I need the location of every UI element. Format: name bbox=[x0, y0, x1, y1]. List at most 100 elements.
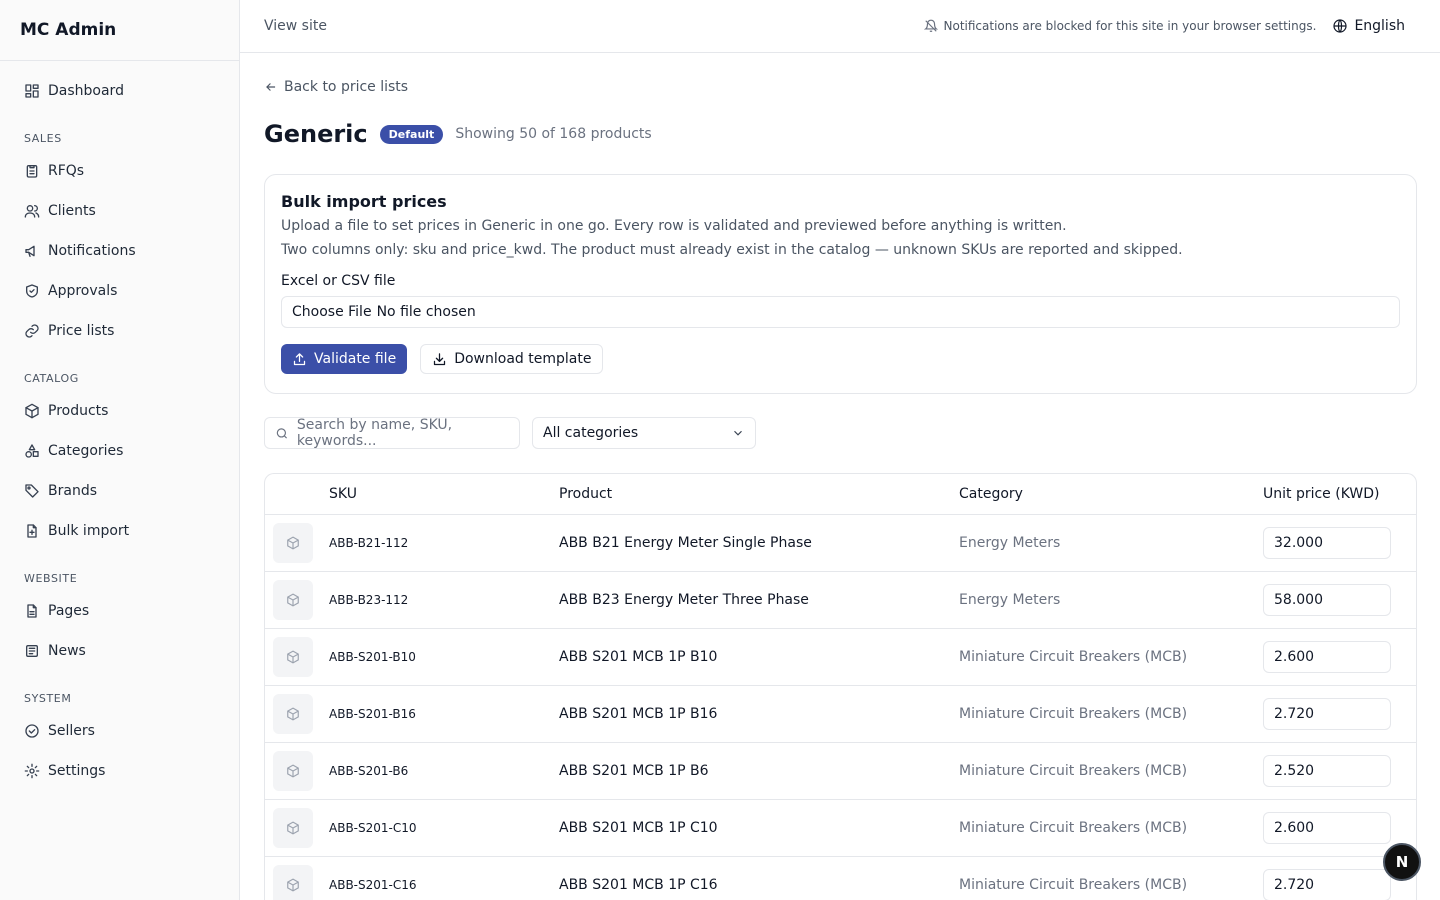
import-actions: Validate file Download template bbox=[281, 344, 1400, 374]
cell-product: ABB S201 MCB 1P B16 bbox=[559, 706, 718, 722]
filters-bar: Search by name, SKU, keywords... All cat… bbox=[264, 417, 1417, 449]
sidebar-item-label: RFQs bbox=[48, 163, 85, 179]
download-template-button[interactable]: Download template bbox=[420, 344, 604, 374]
unit-price-input[interactable]: 32.000 bbox=[1263, 527, 1391, 559]
sidebar-item-notifications[interactable]: Notifications bbox=[0, 231, 239, 271]
topbar: View site Notifications are blocked for … bbox=[240, 0, 1440, 53]
package-icon bbox=[287, 536, 299, 550]
next-dev-indicator-button[interactable]: N bbox=[1383, 843, 1421, 881]
clipboard-icon bbox=[24, 163, 40, 179]
sidebar-item-label: Products bbox=[48, 403, 109, 419]
unit-price-input[interactable]: 58.000 bbox=[1263, 584, 1391, 616]
validate-file-label: Validate file bbox=[314, 351, 397, 367]
package-icon bbox=[287, 821, 299, 835]
sidebar-item-clients[interactable]: Clients bbox=[0, 191, 239, 231]
card-description-columns: Two columns only: sku and price_kwd. The… bbox=[281, 242, 1183, 258]
view-site-link[interactable]: View site bbox=[264, 18, 327, 34]
sidebar-item-label: Notifications bbox=[48, 243, 136, 259]
table-row: ABB-S201-B16 ABB S201 MCB 1P B16 Miniature… bbox=[265, 686, 1416, 743]
shapes-icon bbox=[24, 443, 40, 459]
link-icon bbox=[24, 323, 40, 339]
sidebar-item-news[interactable]: News bbox=[0, 631, 239, 671]
table-row: ABB-B23-112 ABB B23 Energy Meter Three Ph… bbox=[265, 572, 1416, 629]
cell-product: ABB S201 MCB 1P B10 bbox=[559, 649, 718, 665]
unit-price-input[interactable]: 2.520 bbox=[1263, 755, 1391, 787]
megaphone-icon bbox=[24, 243, 40, 259]
sidebar-item-label: Settings bbox=[48, 763, 106, 779]
unit-price-input[interactable]: 2.600 bbox=[1263, 812, 1391, 844]
search-input[interactable]: Search by name, SKU, keywords... bbox=[264, 417, 520, 449]
cell-category: Energy Meters bbox=[959, 535, 1061, 551]
badge-check-icon bbox=[24, 723, 40, 739]
sidebar-item-label: Sellers bbox=[48, 723, 95, 739]
unit-price-input[interactable]: 2.600 bbox=[1263, 641, 1391, 673]
notification-blocked-notice: Notifications are blocked for this site … bbox=[923, 19, 1317, 33]
choose-file-button[interactable]: Choose File bbox=[292, 304, 372, 320]
search-icon bbox=[276, 427, 288, 439]
notice-text: Notifications are blocked for this site … bbox=[943, 19, 1317, 33]
sidebar: MC Admin Dashboard SALES RFQs Clients No… bbox=[0, 0, 240, 900]
shield-check-icon bbox=[24, 283, 40, 299]
cell-sku: ABB-S201-B10 bbox=[329, 650, 416, 664]
sidebar-item-brands[interactable]: Brands bbox=[0, 471, 239, 511]
sidebar-item-rfqs[interactable]: RFQs bbox=[0, 151, 239, 191]
language-switcher[interactable]: English bbox=[1332, 18, 1405, 34]
dashboard-icon bbox=[24, 83, 40, 99]
sidebar-item-categories[interactable]: Categories bbox=[0, 431, 239, 471]
sidebar-item-price-lists[interactable]: Price lists bbox=[0, 311, 239, 351]
sidebar-item-label: Bulk import bbox=[48, 523, 130, 539]
validate-file-button[interactable]: Validate file bbox=[281, 344, 408, 374]
package-icon bbox=[24, 403, 40, 419]
category-select[interactable]: All categories bbox=[532, 417, 756, 449]
sidebar-item-dashboard[interactable]: Dashboard bbox=[0, 71, 239, 111]
gear-icon bbox=[24, 763, 40, 779]
section-catalog: CATALOG bbox=[24, 372, 79, 385]
cell-product: ABB B21 Energy Meter Single Phase bbox=[559, 535, 812, 551]
table-header: SKU Product Category Unit price (KWD) bbox=[265, 474, 1416, 515]
file-input[interactable]: Choose File No file chosen bbox=[281, 296, 1400, 328]
back-link[interactable]: Back to price lists bbox=[264, 78, 1417, 96]
newspaper-icon bbox=[24, 643, 40, 659]
section-system: SYSTEM bbox=[24, 692, 72, 705]
card-title: Bulk import prices bbox=[281, 192, 447, 211]
sidebar-item-approvals[interactable]: Approvals bbox=[0, 271, 239, 311]
file-plus-icon bbox=[24, 523, 40, 539]
category-select-value: All categories bbox=[543, 425, 639, 441]
download-template-label: Download template bbox=[454, 351, 592, 367]
cell-product: ABB S201 MCB 1P C16 bbox=[559, 877, 718, 893]
sidebar-item-label: Dashboard bbox=[48, 83, 124, 99]
product-thumbnail bbox=[273, 751, 313, 791]
cell-sku: ABB-S201-C10 bbox=[329, 821, 417, 835]
package-icon bbox=[287, 878, 299, 892]
cell-sku: ABB-S201-B16 bbox=[329, 707, 416, 721]
unit-price-input[interactable]: 2.720 bbox=[1263, 869, 1391, 900]
sidebar-item-label: Price lists bbox=[48, 323, 115, 339]
header-price: Unit price (KWD) bbox=[1263, 486, 1380, 502]
sidebar-item-settings[interactable]: Settings bbox=[0, 751, 239, 791]
unit-price-input[interactable]: 2.720 bbox=[1263, 698, 1391, 730]
cell-category: Miniature Circuit Breakers (MCB) bbox=[959, 706, 1188, 722]
page-title: Generic bbox=[264, 120, 368, 148]
cell-category: Energy Meters bbox=[959, 592, 1061, 608]
arrow-left-icon bbox=[266, 83, 276, 91]
tag-icon bbox=[24, 483, 40, 499]
cell-sku: ABB-B23-112 bbox=[329, 593, 409, 607]
sidebar-nav: Dashboard SALES RFQs Clients Notificatio… bbox=[0, 61, 239, 791]
users-icon bbox=[24, 203, 40, 219]
sidebar-item-bulk-import[interactable]: Bulk import bbox=[0, 511, 239, 551]
cell-product: ABB S201 MCB 1P C10 bbox=[559, 820, 718, 836]
brand-title[interactable]: MC Admin bbox=[0, 0, 239, 61]
cell-category: Miniature Circuit Breakers (MCB) bbox=[959, 877, 1188, 893]
card-description: Upload a file to set prices in Generic i… bbox=[281, 218, 1067, 234]
section-sales: SALES bbox=[24, 132, 62, 145]
cell-product: ABB B23 Energy Meter Three Phase bbox=[559, 592, 809, 608]
sidebar-item-products[interactable]: Products bbox=[0, 391, 239, 431]
product-thumbnail bbox=[273, 523, 313, 563]
cell-category: Miniature Circuit Breakers (MCB) bbox=[959, 649, 1188, 665]
sidebar-item-pages[interactable]: Pages bbox=[0, 591, 239, 631]
header-category: Category bbox=[959, 486, 1023, 502]
sidebar-item-label: News bbox=[48, 643, 86, 659]
package-icon bbox=[287, 707, 299, 721]
sidebar-item-sellers[interactable]: Sellers bbox=[0, 711, 239, 751]
sidebar-item-label: Pages bbox=[48, 603, 90, 619]
